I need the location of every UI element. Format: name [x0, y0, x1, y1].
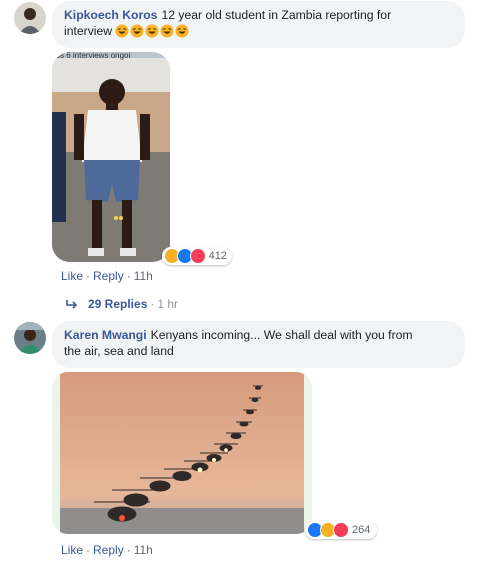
photo-caption: ss 6 interviews ongoi	[56, 52, 131, 60]
reply-arrow-icon	[66, 300, 78, 309]
replies-time: 1 hr	[157, 297, 179, 311]
laughing-emoji-row	[115, 24, 190, 42]
laughing-emoji-icon	[160, 24, 174, 38]
comment-actions: Like · Reply · 11h	[61, 543, 153, 557]
comment-bubble: Karen Mwangi Kenyans incoming... We shall…	[52, 321, 465, 368]
laughing-emoji-icon	[115, 24, 129, 38]
view-replies[interactable]: 29 Replies · 1 hr	[66, 297, 178, 311]
reaction-summary[interactable]: 412	[162, 247, 232, 265]
laughing-emoji-icon	[175, 24, 189, 38]
comment-text-cont: the air, sea and land	[64, 344, 174, 358]
comment-author[interactable]: Kipkoech Koros	[64, 8, 157, 22]
laughing-emoji-icon	[130, 24, 144, 38]
like-link[interactable]: Like	[61, 269, 83, 283]
laughing-emoji-icon	[145, 24, 159, 38]
love-reaction-icon	[333, 522, 349, 538]
reaction-count: 412	[208, 250, 227, 262]
reply-link[interactable]: Reply	[93, 269, 124, 283]
comment-actions: Like · Reply · 11h	[61, 269, 153, 283]
comment-photo-student[interactable]: ss 6 interviews ongoi	[52, 52, 170, 262]
like-link[interactable]: Like	[61, 543, 83, 557]
comment-author[interactable]: Karen Mwangi	[64, 328, 147, 342]
reaction-count: 264	[352, 524, 371, 536]
comment-text-cont: interview	[64, 24, 113, 38]
comment-text: 12 year old student in Zambia reporting …	[161, 8, 392, 22]
avatar-karen[interactable]	[14, 322, 46, 354]
reaction-summary[interactable]: 264	[305, 521, 377, 539]
replies-count[interactable]: 29 Replies	[88, 297, 147, 311]
reply-link[interactable]: Reply	[93, 543, 124, 557]
avatar-kipkoech[interactable]	[14, 2, 46, 34]
love-reaction-icon	[189, 248, 206, 264]
comment-time[interactable]: 11h	[134, 543, 153, 557]
comment-bubble: Kipkoech Koros 12 year old student in Zam…	[52, 1, 465, 48]
comment-time[interactable]: 11h	[134, 269, 153, 283]
comment-text: Kenyans incoming... We shall deal with y…	[150, 328, 413, 342]
comment-photo-helicopters[interactable]	[52, 372, 312, 534]
